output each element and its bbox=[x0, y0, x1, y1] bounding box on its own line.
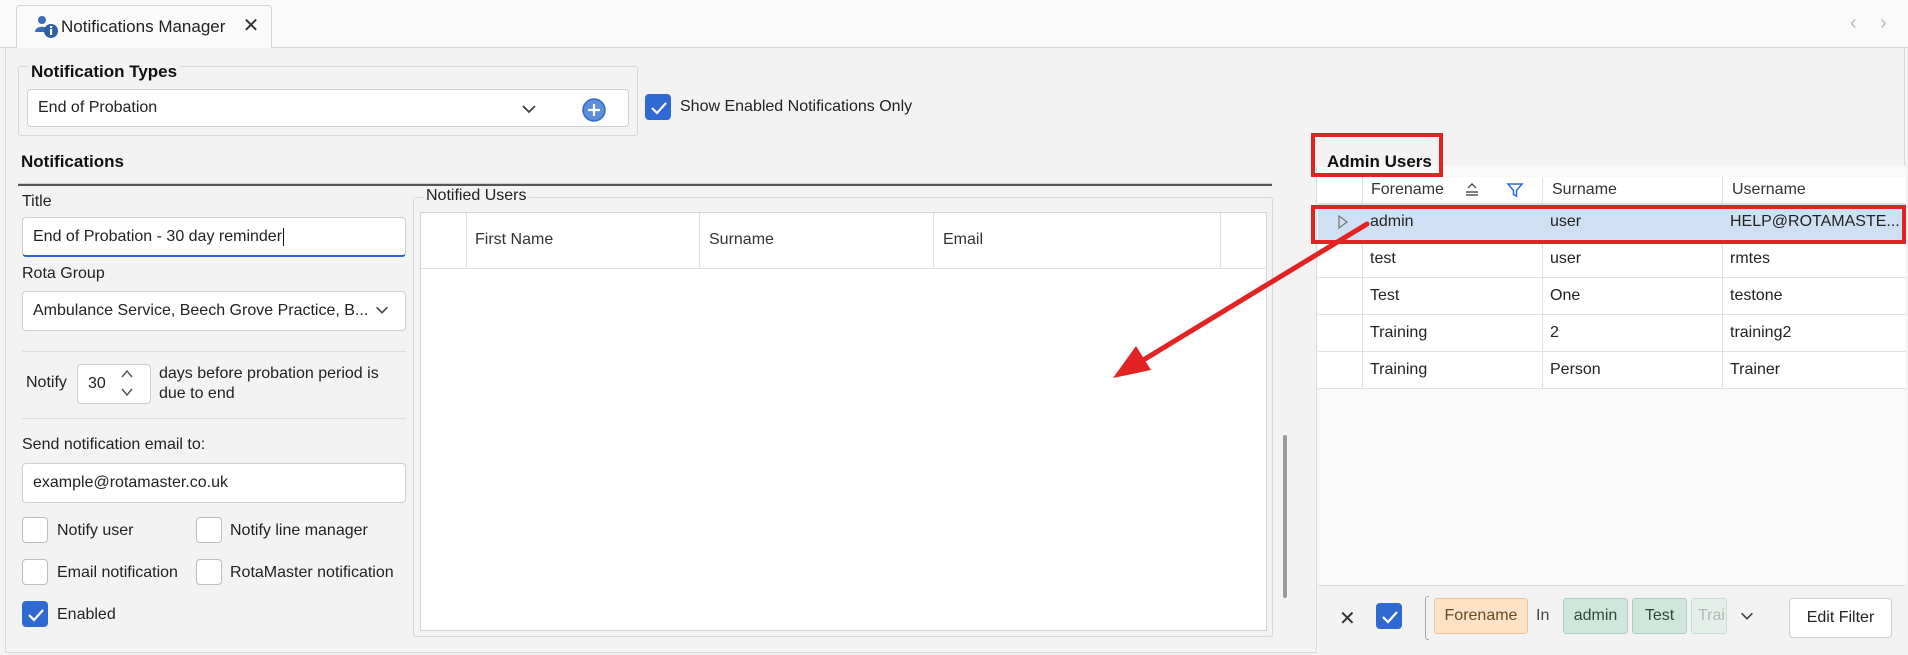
annotation-arrow bbox=[1113, 221, 1370, 378]
